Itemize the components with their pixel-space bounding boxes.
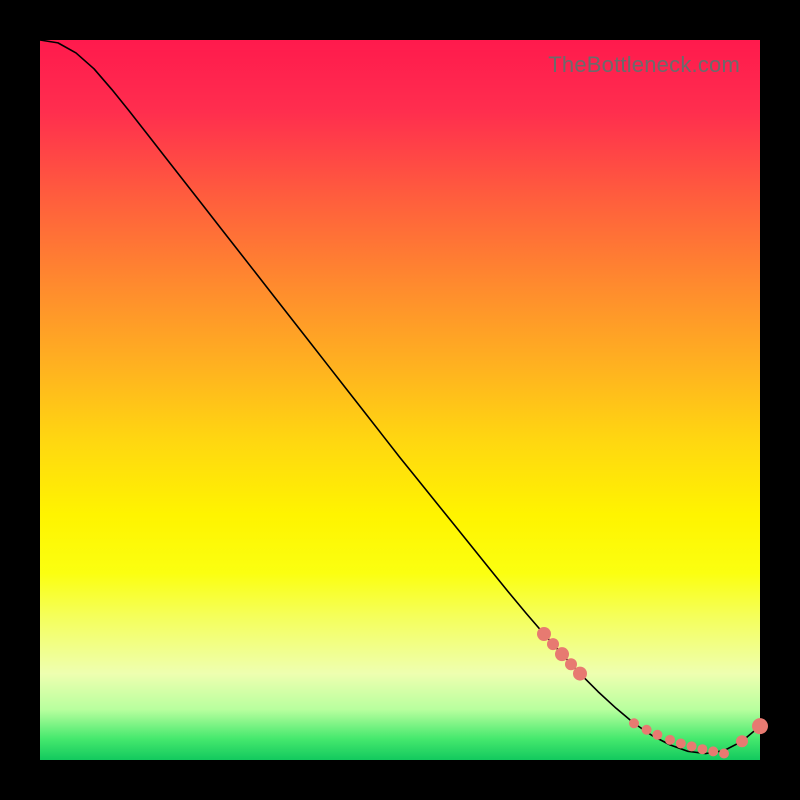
chart-overlay xyxy=(40,40,760,760)
bottleneck-curve xyxy=(40,40,760,754)
data-marker xyxy=(565,658,577,670)
data-marker xyxy=(573,667,587,681)
data-marker xyxy=(537,627,551,641)
data-marker xyxy=(676,738,686,748)
data-marker xyxy=(687,741,697,751)
chart-frame: TheBottleneck.com xyxy=(0,0,800,800)
data-marker xyxy=(736,735,748,747)
data-marker xyxy=(652,730,662,740)
data-marker xyxy=(697,744,707,754)
data-marker xyxy=(708,746,718,756)
data-marker xyxy=(642,725,652,735)
data-marker xyxy=(555,647,569,661)
data-marker xyxy=(719,749,729,759)
data-marker xyxy=(547,638,559,650)
data-marker xyxy=(752,718,768,734)
data-marker xyxy=(665,735,675,745)
data-marker xyxy=(629,718,639,728)
plot-area: TheBottleneck.com xyxy=(40,40,760,760)
data-markers xyxy=(537,627,768,759)
